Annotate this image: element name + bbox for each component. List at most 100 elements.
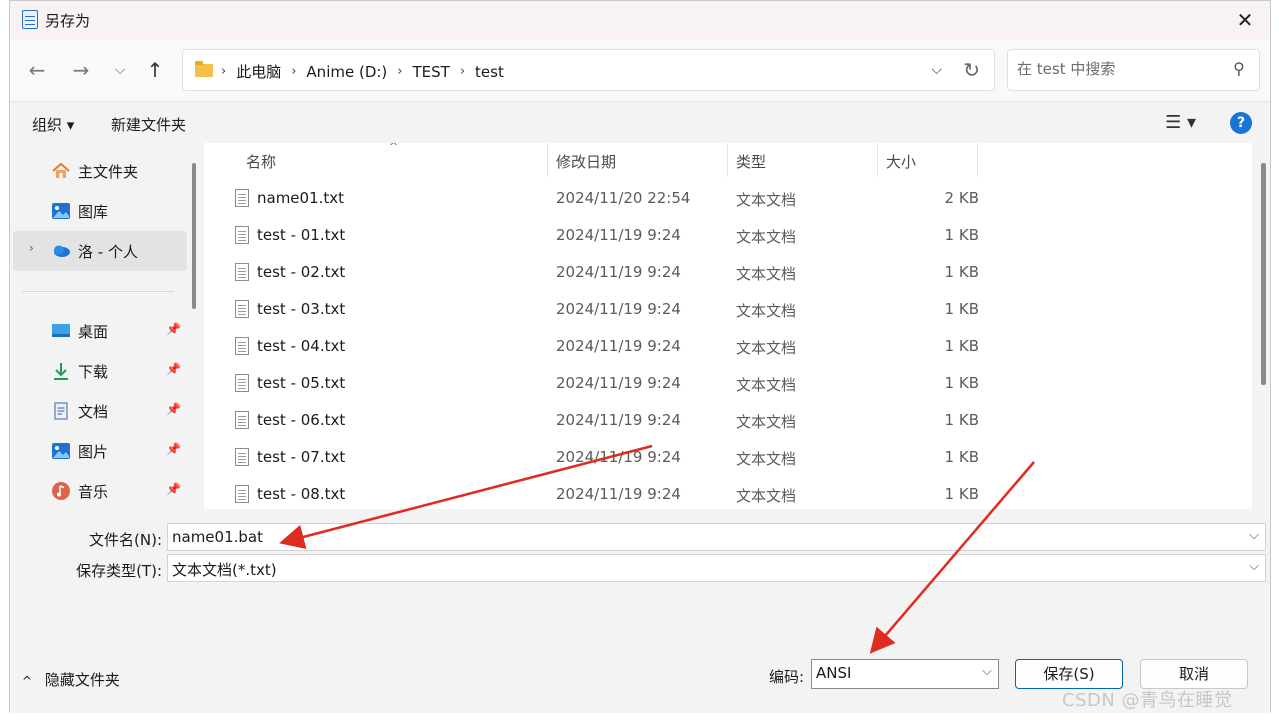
file-type: 文本文档 [736,339,797,357]
file-row[interactable]: name01.txt 2024/11/20 22:54 文本文档 2 KB [204,181,1252,218]
file-row[interactable]: test - 03.txt 2024/11/19 9:24 文本文档 1 KB [204,292,1252,329]
view-options-icon[interactable]: ☰ ▾ [1165,112,1196,133]
navigation-pane: 主文件夹 图库 › 洛 - 个人 桌面 📌 下载 📌 文档 📌 图片 📌 音乐 … [10,143,204,509]
sidebar-item-music[interactable]: 音乐 📌 [10,471,184,511]
save-button[interactable]: 保存(S) [1015,659,1123,689]
file-modified: 2024/11/19 9:24 [556,337,681,355]
column-header-size[interactable]: 大小 [878,143,978,177]
file-type: 文本文档 [736,487,797,505]
file-size: 1 KB [944,411,979,429]
pictures-icon [52,443,70,459]
filename-field[interactable]: name01.bat ⌵ [167,523,1266,551]
file-name: test - 02.txt [257,263,346,281]
file-modified: 2024/11/20 22:54 [556,189,691,207]
text-file-icon [235,337,249,355]
file-row[interactable]: test - 04.txt 2024/11/19 9:24 文本文档 1 KB [204,329,1252,366]
pin-icon[interactable]: 📌 [166,482,181,496]
title-bar: 另存为 ✕ [10,1,1270,39]
file-row[interactable]: test - 05.txt 2024/11/19 9:24 文本文档 1 KB [204,366,1252,403]
file-name: test - 06.txt [257,411,346,429]
breadcrumb-test-current[interactable]: test [475,63,504,81]
pin-icon[interactable]: 📌 [166,322,181,336]
chevron-up-icon: ^ [22,674,33,688]
file-modified: 2024/11/19 9:24 [556,485,681,503]
pin-icon[interactable]: 📌 [166,402,181,416]
folder-icon [195,61,213,77]
chevron-down-icon[interactable]: ⌵ [1249,559,1259,574]
cancel-button[interactable]: 取消 [1140,659,1248,689]
recent-locations-chevron-icon[interactable]: ⌵ [107,57,133,83]
forward-arrow-icon[interactable]: → [68,57,94,83]
file-name: test - 08.txt [257,485,346,503]
filetype-select[interactable]: 文本文档(*.txt) ⌵ [167,554,1266,582]
file-size: 1 KB [944,337,979,355]
background-edge [0,0,9,720]
file-row[interactable]: test - 08.txt 2024/11/19 9:24 文本文档 1 KB [204,477,1252,509]
sidebar-item-label: 文档 [78,403,109,421]
file-type: 文本文档 [736,228,797,246]
pin-icon[interactable]: 📌 [166,362,181,376]
file-type: 文本文档 [736,265,797,283]
breadcrumb-drive[interactable]: Anime (D:) [306,63,387,81]
file-row[interactable]: test - 02.txt 2024/11/19 9:24 文本文档 1 KB [204,255,1252,292]
sidebar-item-desktop[interactable]: 桌面 📌 [10,311,184,351]
gallery-icon [52,203,70,219]
refresh-icon[interactable]: ↻ [963,58,980,82]
expand-chevron-icon[interactable]: › [29,241,34,255]
file-modified: 2024/11/19 9:24 [556,411,681,429]
search-icon[interactable]: ⚲ [1233,59,1245,78]
new-folder-button[interactable]: 新建文件夹 [111,114,186,135]
file-size: 1 KB [944,485,979,503]
desktop-icon [52,324,70,337]
sidebar-item-downloads[interactable]: 下载 📌 [10,351,184,391]
filename-label: 文件名(N): [89,531,162,549]
search-box[interactable]: ⚲ [1007,49,1260,91]
text-file-icon [235,263,249,281]
filename-value: name01.bat [172,528,263,546]
file-row[interactable]: test - 06.txt 2024/11/19 9:24 文本文档 1 KB [204,403,1252,440]
address-dropdown-icon[interactable]: ⌵ [931,62,942,78]
sidebar-item-documents[interactable]: 文档 📌 [10,391,184,431]
file-size: 1 KB [944,448,979,466]
file-size: 1 KB [944,374,979,392]
watermark: CSDN @青鸟在睡觉 [1062,690,1233,711]
file-name: name01.txt [257,189,345,207]
column-header-modified[interactable]: 修改日期 [548,143,728,177]
file-modified: 2024/11/19 9:24 [556,300,681,318]
column-header-name[interactable]: ^ 名称 [204,143,548,177]
column-header-type[interactable]: 类型 [728,143,878,177]
file-row[interactable]: test - 07.txt 2024/11/19 9:24 文本文档 1 KB [204,440,1252,477]
breadcrumb-separator: › [221,64,227,79]
sidebar-divider [22,291,174,292]
organize-menu[interactable]: 组织 ▾ [32,114,74,135]
up-arrow-icon[interactable]: ↑ [142,57,168,83]
hide-folders-label: 隐藏文件夹 [44,671,120,689]
sidebar-item-home[interactable]: 主文件夹 [10,151,184,191]
back-arrow-icon[interactable]: ← [24,57,50,83]
file-list-scrollbar[interactable] [1261,163,1266,385]
help-icon[interactable]: ? [1230,112,1252,134]
close-icon[interactable]: ✕ [1230,5,1260,35]
sidebar-scrollbar[interactable] [192,163,196,309]
sidebar-item-onedrive[interactable]: › 洛 - 个人 [13,231,187,271]
file-type: 文本文档 [736,450,797,468]
file-row[interactable]: test - 01.txt 2024/11/19 9:24 文本文档 1 KB [204,218,1252,255]
hide-folders-toggle[interactable]: ^ 隐藏文件夹 [22,669,120,690]
file-name: test - 03.txt [257,300,346,318]
chevron-down-icon[interactable]: ⌵ [982,664,992,679]
search-input[interactable] [1017,60,1217,78]
sidebar-item-label: 主文件夹 [78,163,139,181]
encoding-select[interactable]: ANSI ⌵ [811,659,999,689]
encoding-label: 编码: [768,668,804,686]
sidebar-item-pictures[interactable]: 图片 📌 [10,431,184,471]
sidebar-item-gallery[interactable]: 图库 [10,191,184,231]
file-name: test - 01.txt [257,226,346,244]
address-bar[interactable]: › 此电脑 › Anime (D:) › TEST › test ⌵ ↻ [182,49,995,91]
breadcrumb-this-pc[interactable]: 此电脑 [236,61,281,82]
chevron-down-icon[interactable]: ⌵ [1249,528,1259,543]
file-name: test - 04.txt [257,337,346,355]
breadcrumb-test-upper[interactable]: TEST [412,63,449,81]
command-bar: 组织 ▾ 新建文件夹 ☰ ▾ ? [10,101,1270,143]
file-type: 文本文档 [736,302,797,320]
pin-icon[interactable]: 📌 [166,442,181,456]
